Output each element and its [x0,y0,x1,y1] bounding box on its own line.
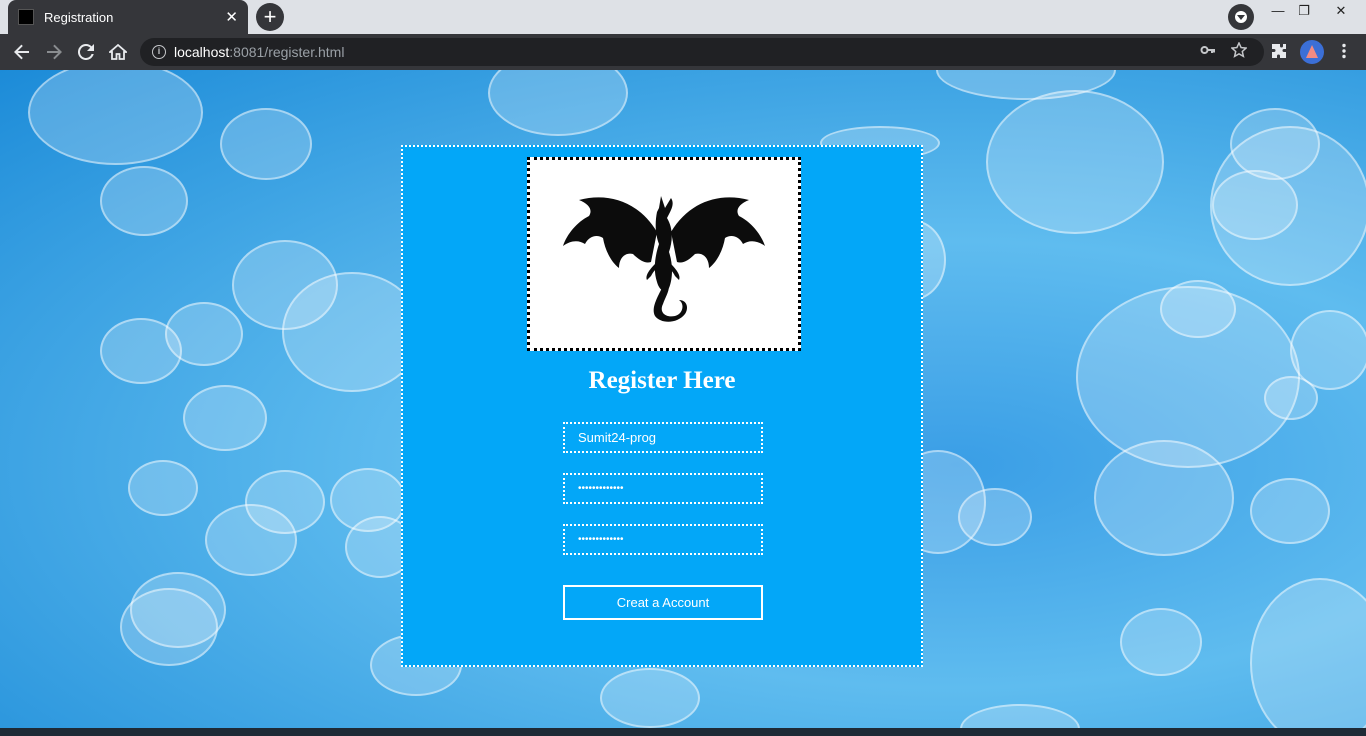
bokeh-bubble [245,470,325,534]
bokeh-bubble [100,166,188,236]
bokeh-bubble [120,588,218,666]
close-window-button[interactable]: ✕ [1318,0,1364,34]
tab-title: Registration [44,9,114,25]
bokeh-bubble [488,70,628,136]
kebab-menu-icon[interactable] [1341,43,1347,64]
browser-tab[interactable]: Registration ✕ [8,0,248,34]
bokeh-bubble [1120,608,1202,676]
puzzle-icon[interactable] [1271,43,1287,64]
bokeh-bubble [960,704,1080,728]
bokeh-bubble [1094,440,1234,556]
os-taskbar [0,728,1366,736]
star-icon[interactable] [1230,41,1248,62]
url-host: localhost [174,44,230,60]
profile-avatar[interactable] [1300,40,1324,64]
confirm-password-input[interactable]: ••••••••••••• [563,524,763,555]
back-arrow-icon[interactable] [8,38,36,66]
bokeh-bubble [1210,126,1366,286]
bokeh-bubble [986,90,1164,234]
address-bar[interactable]: i localhost :8081/register.html [140,38,1264,66]
bokeh-bubble [183,385,267,451]
site-info-icon[interactable]: i [152,45,166,59]
forward-arrow-icon[interactable] [40,38,68,66]
reload-icon[interactable] [72,38,100,66]
bokeh-bubble [600,668,700,728]
tab-favicon-icon [18,9,34,25]
dragon-logo-icon [563,195,765,322]
page-title: Register Here [588,367,736,394]
browser-toolbar: i localhost :8081/register.html [0,34,1366,70]
bokeh-bubble [165,302,243,366]
username-input[interactable]: Sumit24-prog [563,422,763,453]
password-input[interactable]: ••••••••••••• [563,473,763,504]
registration-card: Register Here Sumit24-prog •••••••••••••… [401,145,923,667]
bokeh-bubble [128,460,198,516]
key-icon[interactable] [1200,42,1216,62]
tab-close-icon[interactable]: ✕ [225,8,238,26]
tab-strip: Registration ✕ + — ❐ ✕ [0,0,1366,34]
bokeh-bubble [1160,280,1236,338]
bokeh-bubble [220,108,312,180]
page-background: Register Here Sumit24-prog •••••••••••••… [0,70,1366,728]
bokeh-bubble [1250,478,1330,544]
url-path: :8081/register.html [229,44,345,60]
bokeh-bubble [28,70,203,165]
home-icon[interactable] [104,38,132,66]
logo-frame [527,157,801,351]
tab-search-icon[interactable] [1228,4,1254,30]
bokeh-bubble [1290,310,1366,390]
bokeh-bubble [1250,578,1366,728]
create-account-button[interactable]: Creat a Account [563,585,763,620]
new-tab-button[interactable]: + [256,3,284,31]
